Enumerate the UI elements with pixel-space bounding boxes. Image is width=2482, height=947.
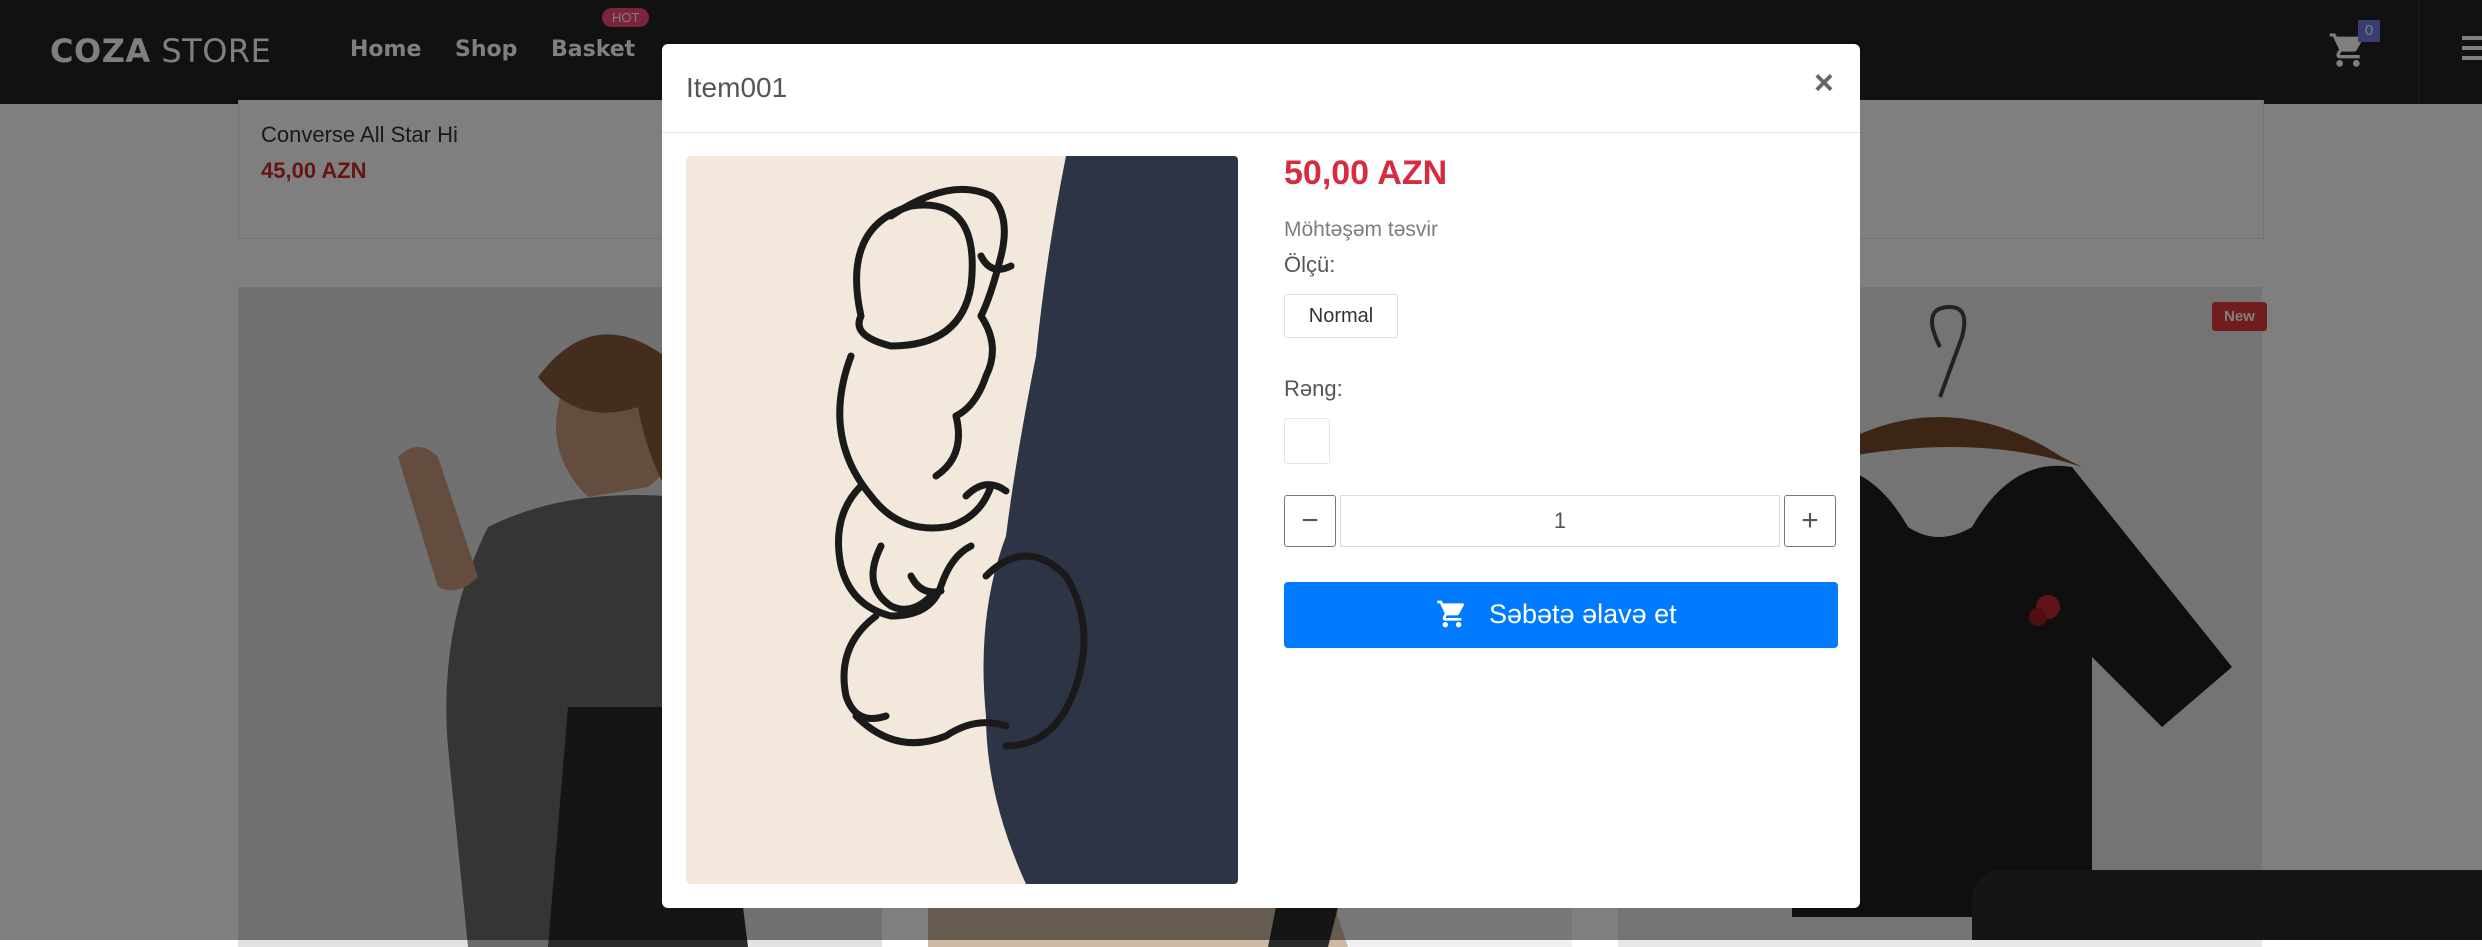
product-image-line-art <box>686 156 1238 884</box>
product-description: Möhtəşəm təsvir <box>1284 218 1439 241</box>
minus-icon[interactable]: − <box>1284 495 1336 547</box>
cart-icon <box>1437 600 1465 628</box>
modal-title: Item001 <box>686 72 788 103</box>
add-to-cart-button[interactable]: Səbətə əlavə et <box>1284 582 1838 648</box>
plus-icon[interactable]: + <box>1784 495 1836 547</box>
color-swatch-white[interactable] <box>1284 418 1330 464</box>
quick-view-modal: Item001 × 50,00 AZN Möhtəşəm təsvir Ölçü… <box>662 44 1860 908</box>
modal-header: Item001 × <box>662 44 1860 133</box>
quantity-input[interactable] <box>1340 495 1780 547</box>
size-label: Ölçü: <box>1284 252 1336 277</box>
close-icon[interactable]: × <box>1814 66 1834 100</box>
product-price: 50,00 AZN <box>1284 154 1448 192</box>
add-to-cart-label: Səbətə əlavə et <box>1489 599 1677 629</box>
color-label: Rəng: <box>1284 376 1343 401</box>
size-option-normal[interactable]: Normal <box>1284 294 1398 338</box>
